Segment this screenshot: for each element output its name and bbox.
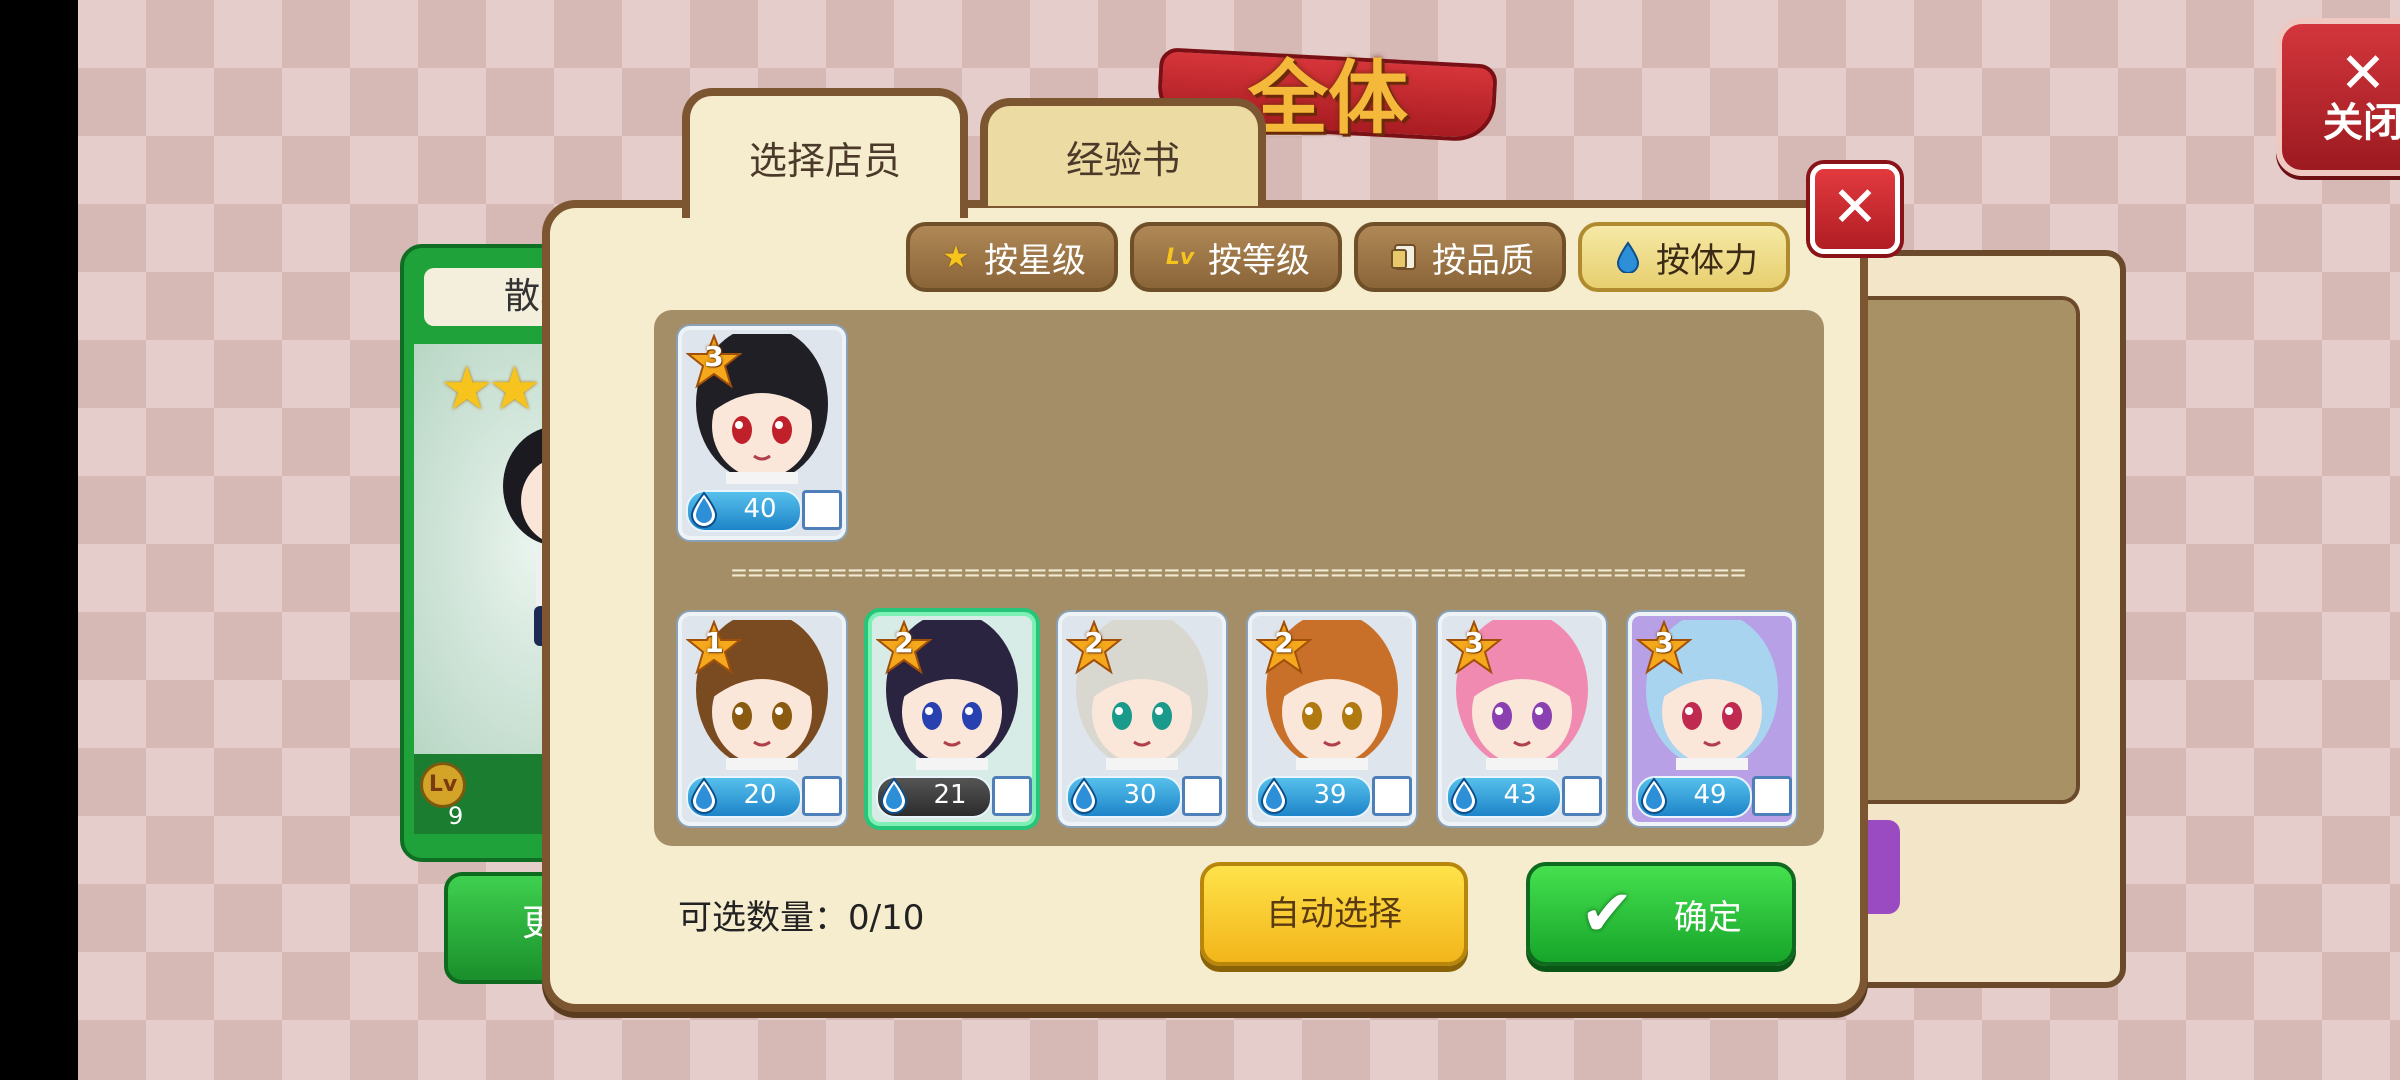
stamina-value: 49 xyxy=(1693,780,1727,810)
stamina-value: 30 xyxy=(1123,780,1157,810)
checkmark-icon: ✔ xyxy=(1580,877,1634,951)
select-checkbox[interactable] xyxy=(802,490,842,530)
confirm-label: 确定 xyxy=(1673,897,1742,938)
select-checkbox[interactable] xyxy=(1752,776,1792,816)
lv-icon: Lv xyxy=(1165,244,1195,270)
staff-card[interactable]: 1 20 xyxy=(678,612,846,826)
sort-by-quality-button[interactable]: 按品质 xyxy=(1354,222,1566,292)
water-drop-icon xyxy=(1640,777,1668,814)
sort-by-level-label: 按等级 xyxy=(1208,240,1310,281)
tab-select-staff[interactable]: 选择店员 xyxy=(682,88,968,218)
select-checkbox[interactable] xyxy=(992,776,1032,816)
star-level: 2 xyxy=(894,626,914,659)
grid-divider: ========================================… xyxy=(731,558,1747,588)
select-checkbox[interactable] xyxy=(1372,776,1412,816)
dialog-close-button[interactable]: ✕ xyxy=(1810,164,1900,254)
select-checkbox[interactable] xyxy=(1562,776,1602,816)
staff-card[interactable]: 3 40 xyxy=(678,326,846,540)
staff-card[interactable]: 3 49 xyxy=(1628,612,1796,826)
sort-by-quality-label: 按品质 xyxy=(1432,240,1534,281)
game-scene: 全体 ✕ 关闭 散华礼 ★★ Lv 9 更换 经验书 选择店员 xyxy=(78,0,2400,1080)
star-rating-icon: ★★ xyxy=(440,354,542,424)
sort-by-star-label: 按星级 xyxy=(984,240,1086,281)
quality-card-icon xyxy=(1386,239,1422,275)
select-checkbox[interactable] xyxy=(802,776,842,816)
close-icon: ✕ xyxy=(2339,41,2387,106)
sort-by-stamina-label: 按体力 xyxy=(1656,240,1758,281)
sort-bar: ★ 按星级 Lv 按等级 按品质 按体力 xyxy=(906,222,1790,296)
water-drop-icon xyxy=(690,491,718,528)
stamina-value: 43 xyxy=(1503,780,1537,810)
sort-by-level-button[interactable]: Lv 按等级 xyxy=(1130,222,1342,292)
water-drop-icon xyxy=(1070,777,1098,814)
water-drop-icon xyxy=(880,777,908,814)
tab-exp-book[interactable]: 经验书 xyxy=(980,98,1266,206)
stamina-value: 39 xyxy=(1313,780,1347,810)
selectable-count: 可选数量：0/10 xyxy=(678,898,925,938)
star-level: 2 xyxy=(1084,626,1104,659)
close-screen-button[interactable]: ✕ 关闭 xyxy=(2276,18,2400,176)
confirm-button[interactable]: ✔ 确定 xyxy=(1526,862,1796,966)
auto-select-button[interactable]: 自动选择 xyxy=(1200,862,1468,966)
staff-card[interactable]: 2 21 xyxy=(868,612,1036,826)
character-level: 9 xyxy=(448,802,464,830)
sort-by-stamina-button[interactable]: 按体力 xyxy=(1578,222,1790,292)
staff-card[interactable]: 2 30 xyxy=(1058,612,1226,826)
star-level: 3 xyxy=(1654,626,1674,659)
star-level: 2 xyxy=(1274,626,1294,659)
water-drop-icon xyxy=(1450,777,1478,814)
water-drop-icon xyxy=(1260,777,1288,814)
stamina-value: 40 xyxy=(743,494,777,524)
star-level: 1 xyxy=(704,626,724,659)
sort-by-star-button[interactable]: ★ 按星级 xyxy=(906,222,1118,292)
stamina-value: 20 xyxy=(743,780,777,810)
close-screen-label: 关闭 xyxy=(2323,100,2400,146)
water-drop-icon xyxy=(690,777,718,814)
select-checkbox[interactable] xyxy=(1182,776,1222,816)
close-icon: ✕ xyxy=(1831,175,1879,240)
star-icon: ★ xyxy=(942,239,970,275)
star-level: 3 xyxy=(1464,626,1484,659)
stamina-value: 21 xyxy=(933,780,967,810)
staff-card[interactable]: 2 39 xyxy=(1248,612,1416,826)
staff-card[interactable]: 3 43 xyxy=(1438,612,1606,826)
star-level: 3 xyxy=(704,340,724,373)
water-drop-icon xyxy=(1610,239,1646,275)
